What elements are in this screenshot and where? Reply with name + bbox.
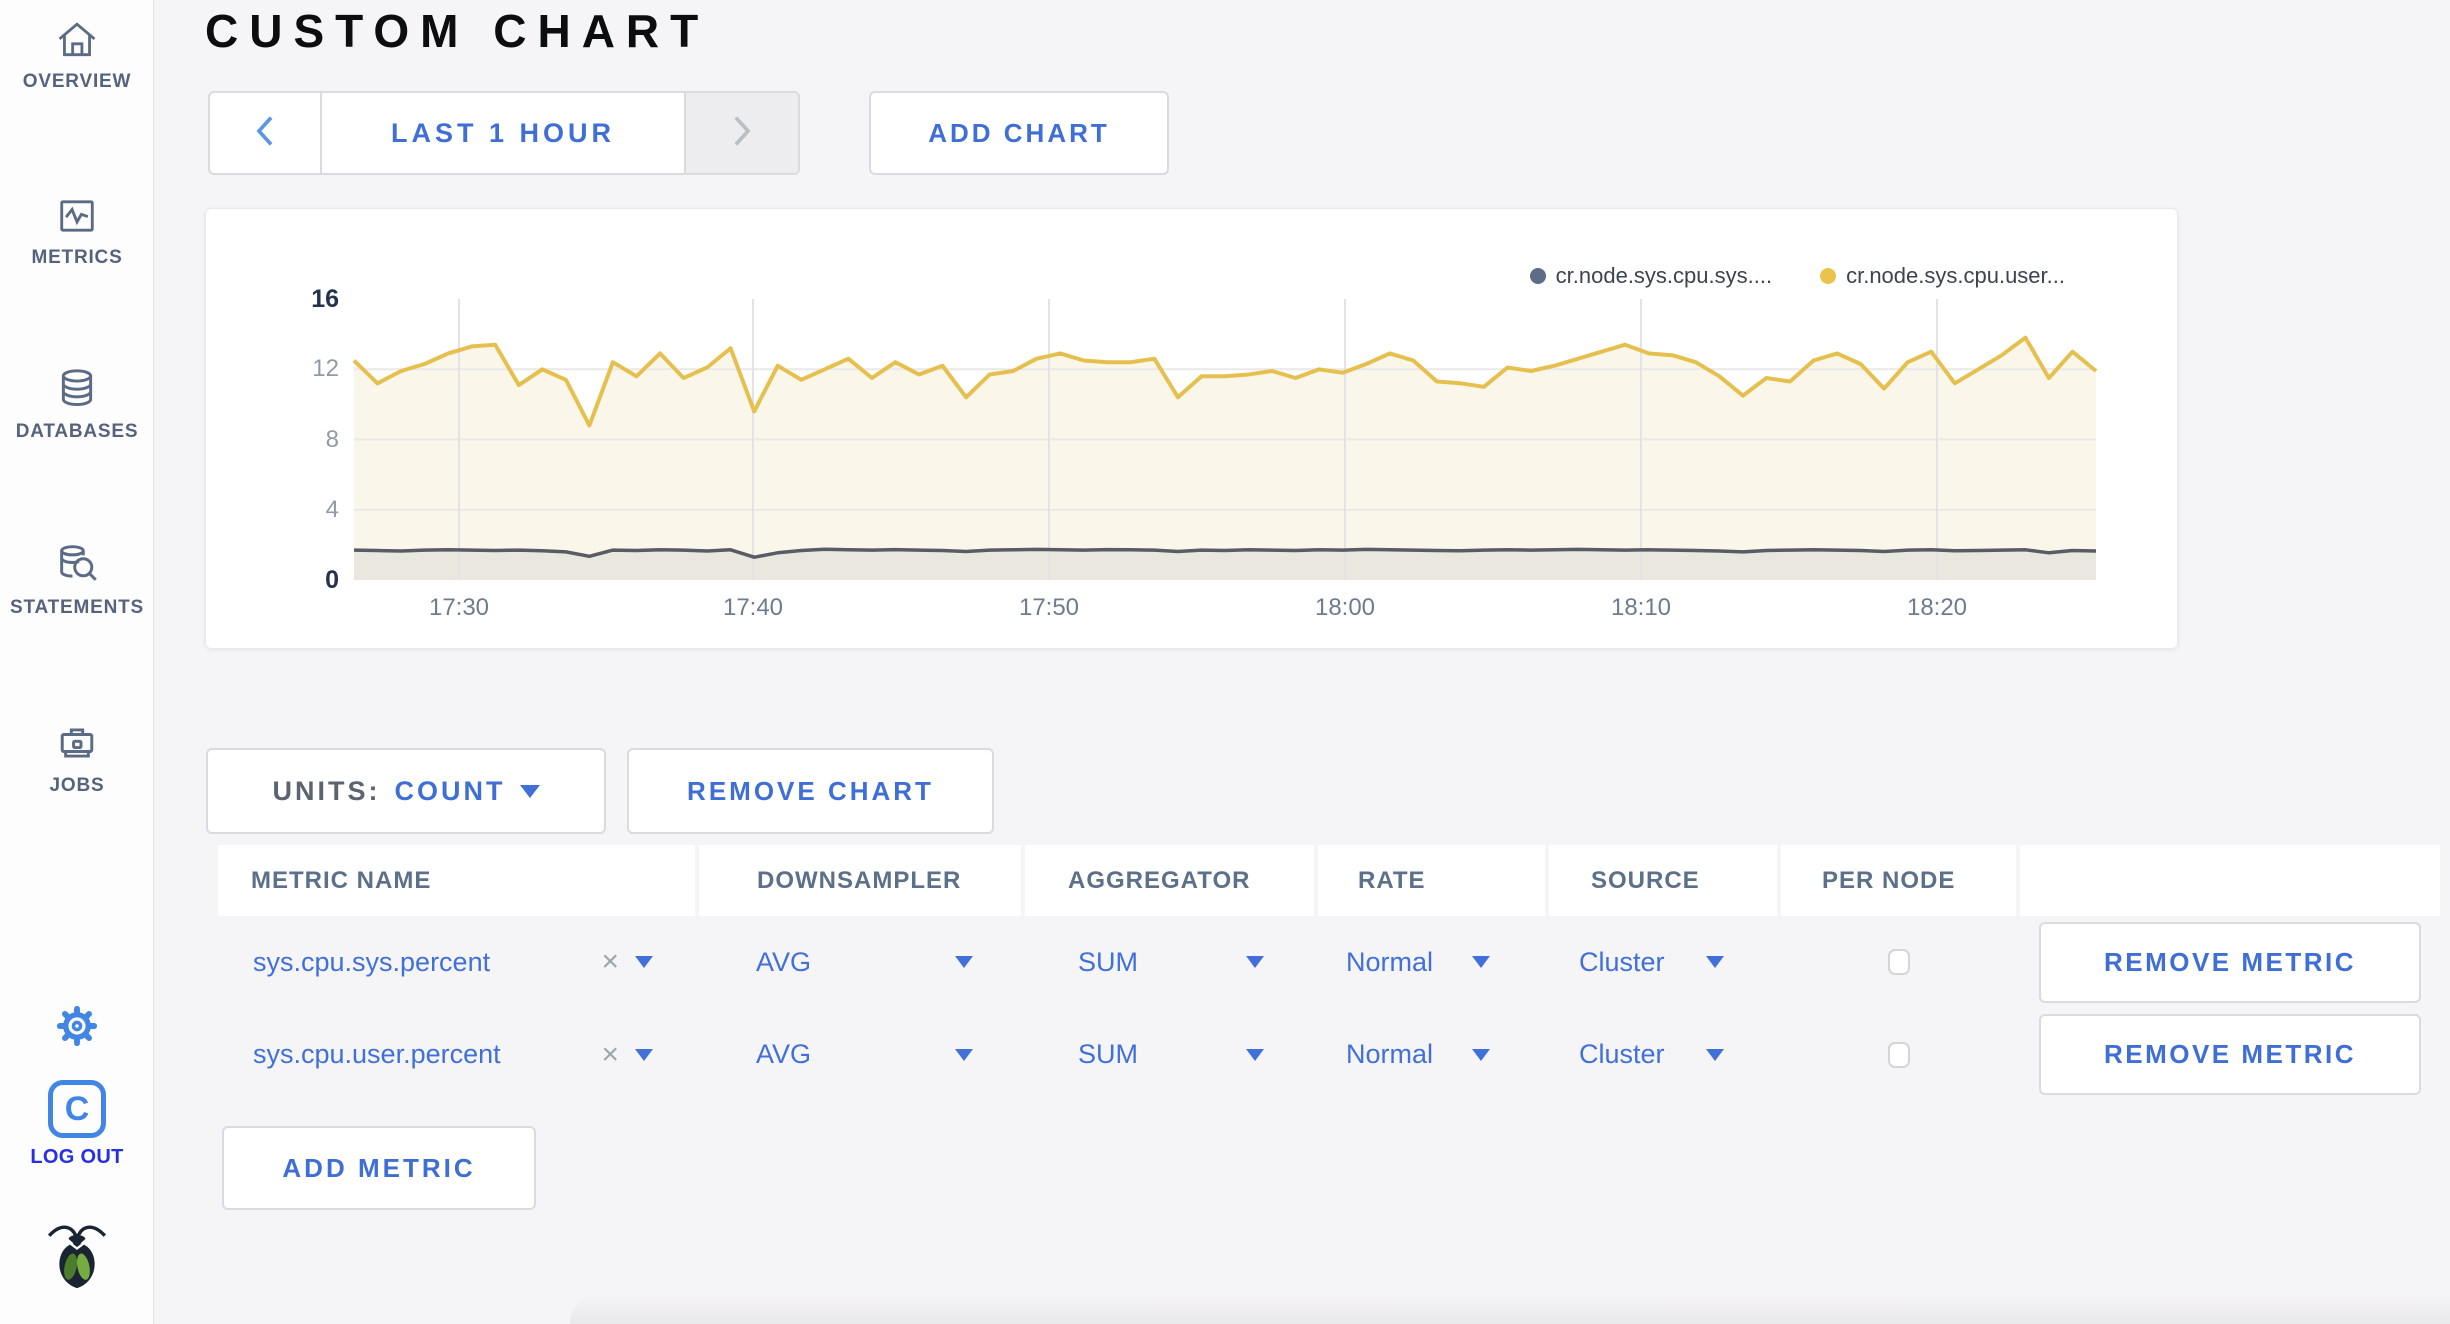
caret-down-icon[interactable] (1246, 956, 1264, 968)
x-axis-tick: 18:20 (1906, 594, 1968, 621)
x-axis-tick: 17:50 (1018, 594, 1080, 621)
legend-dot-sys-icon (1529, 268, 1546, 284)
time-range-selector: LAST 1 HOUR (208, 91, 800, 175)
aggregator-select[interactable]: SUM (1078, 1039, 1138, 1070)
y-axis-tick: 12 (312, 355, 339, 382)
clear-metric-icon[interactable]: × (601, 947, 619, 977)
metric-row: sys.cpu.sys.percent × AVG SUM Normal Clu… (218, 916, 2440, 1008)
column-header-empty (2020, 845, 2440, 916)
legend-item-user[interactable]: cr.node.sys.cpu.user... (1820, 263, 2065, 289)
chart-card: cr.node.sys.cpu.sys.... cr.node.sys.cpu.… (205, 208, 2178, 649)
units-value: COUNT (394, 775, 506, 806)
x-axis-tick: 18:00 (1314, 594, 1376, 621)
downsampler-select[interactable]: AVG (756, 947, 811, 978)
x-axis-tick: 18:10 (1610, 594, 1672, 621)
caret-down-icon[interactable] (955, 1048, 973, 1061)
remove-chart-button[interactable]: REMOVE CHART (627, 748, 994, 834)
time-range-next-button[interactable] (684, 93, 798, 173)
caret-down-icon (519, 784, 540, 798)
caret-down-icon[interactable] (1472, 956, 1490, 968)
column-header: SOURCE (1549, 845, 1777, 916)
y-axis-tick: 0 (325, 566, 339, 594)
settings-button[interactable] (0, 1000, 154, 1052)
sidebar-item-label: DATABASES (15, 421, 139, 442)
database-icon (0, 364, 154, 414)
sidebar-item-jobs[interactable]: JOBS (0, 718, 154, 797)
caret-down-icon[interactable] (1706, 1048, 1724, 1061)
caret-down-icon[interactable] (635, 1048, 653, 1061)
metric-name-select[interactable]: sys.cpu.sys.percent (253, 947, 490, 978)
sidebar-item-metrics[interactable]: METRICS (0, 192, 154, 269)
add-chart-button[interactable]: ADD CHART (869, 91, 1169, 175)
time-range-prev-button[interactable] (210, 93, 322, 173)
metric-row: sys.cpu.user.percent × AVG SUM Normal Cl… (218, 1008, 2440, 1101)
caret-down-icon[interactable] (1246, 1048, 1264, 1061)
column-header: METRIC NAME (218, 845, 695, 916)
remove-metric-button[interactable]: REMOVE METRIC (2039, 1014, 2421, 1095)
per-node-checkbox[interactable] (1887, 949, 1910, 975)
column-header: PER NODE (1781, 845, 2016, 916)
next-panel-shadow (570, 1294, 2450, 1324)
rate-select[interactable]: Normal (1346, 1039, 1433, 1070)
legend-label: cr.node.sys.cpu.user... (1846, 263, 2065, 288)
sidebar: OVERVIEW METRICS DATABASES STATEMENTS JO… (0, 0, 154, 1324)
column-header: AGGREGATOR (1025, 845, 1314, 916)
caret-down-icon[interactable] (1472, 1048, 1490, 1061)
sidebar-item-label: JOBS (49, 775, 105, 796)
caret-down-icon[interactable] (955, 956, 973, 968)
logout-label: LOG OUT (30, 1146, 124, 1168)
sidebar-item-overview[interactable]: OVERVIEW (0, 16, 154, 93)
y-axis-tick: 8 (325, 426, 339, 453)
sidebar-item-databases[interactable]: DATABASES (0, 364, 154, 443)
brand-logo[interactable] (0, 1212, 154, 1300)
briefcase-icon (0, 718, 154, 768)
x-axis-tick: 17:40 (722, 594, 784, 621)
logout-button[interactable]: C LOG OUT (0, 1080, 154, 1169)
sidebar-item-label: OVERVIEW (22, 71, 132, 92)
page-title: CUSTOM CHART (205, 5, 710, 57)
source-select[interactable]: Cluster (1579, 1039, 1665, 1070)
legend-label: cr.node.sys.cpu.sys.... (1555, 263, 1773, 288)
chevron-right-icon (731, 114, 753, 153)
cockroach-c-icon: C (48, 1080, 106, 1138)
remove-metric-button[interactable]: REMOVE METRIC (2039, 921, 2421, 1003)
sidebar-item-statements[interactable]: STATEMENTS (0, 540, 154, 619)
downsampler-select[interactable]: AVG (756, 1039, 811, 1070)
source-select[interactable]: Cluster (1579, 947, 1665, 978)
legend-dot-user-icon (1820, 268, 1837, 284)
aggregator-select[interactable]: SUM (1078, 947, 1138, 978)
units-dropdown[interactable]: UNITS: COUNT (206, 748, 606, 834)
y-axis-tick: 4 (325, 496, 339, 523)
clear-metric-icon[interactable]: × (601, 1039, 619, 1070)
units-label: UNITS: (272, 775, 381, 806)
gear-icon (0, 1000, 154, 1052)
cockroach-bug-icon (0, 1212, 154, 1300)
time-range-label[interactable]: LAST 1 HOUR (322, 93, 684, 173)
sidebar-item-label: STATEMENTS (10, 597, 144, 618)
legend-item-sys[interactable]: cr.node.sys.cpu.sys.... (1529, 263, 1773, 289)
metric-name-select[interactable]: sys.cpu.user.percent (253, 1039, 501, 1070)
metrics-table-header: METRIC NAME DOWNSAMPLER AGGREGATOR RATE … (218, 845, 2440, 916)
column-header: DOWNSAMPLER (699, 845, 1021, 916)
x-axis-tick: 17:30 (428, 594, 490, 621)
caret-down-icon[interactable] (635, 956, 653, 968)
rate-select[interactable]: Normal (1346, 947, 1433, 978)
caret-down-icon[interactable] (1706, 956, 1724, 968)
column-header: RATE (1318, 845, 1545, 916)
per-node-checkbox[interactable] (1887, 1041, 1910, 1068)
home-icon (0, 16, 154, 64)
database-search-icon (0, 540, 154, 590)
chevron-left-icon (254, 114, 276, 153)
sidebar-item-label: METRICS (31, 247, 123, 268)
chart-legend: cr.node.sys.cpu.sys.... cr.node.sys.cpu.… (1529, 263, 2065, 289)
custom-chart-page: { "page": { "title": "CUSTOM CHART" }, "… (0, 0, 2450, 1324)
y-axis-tick: 16 (311, 285, 339, 313)
metrics-chart-icon (0, 192, 154, 240)
add-metric-button[interactable]: ADD METRIC (222, 1126, 536, 1210)
